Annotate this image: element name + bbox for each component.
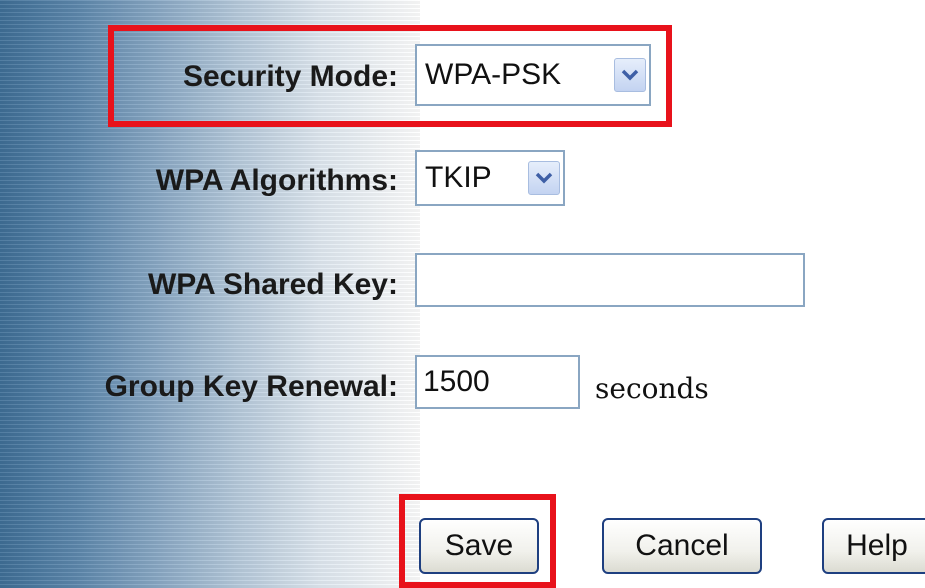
wpa-algorithms-label: WPA Algorithms: (155, 164, 398, 197)
wpa-algorithms-select[interactable]: TKIP (415, 150, 565, 206)
cancel-button[interactable]: Cancel (602, 518, 762, 574)
seconds-unit-label: seconds (595, 372, 709, 405)
save-button-highlight (399, 494, 556, 588)
wpa-shared-key-label: WPA Shared Key: (147, 268, 398, 301)
wpa-shared-key-input[interactable] (415, 253, 805, 307)
security-mode-highlight (108, 25, 672, 127)
group-key-renewal-input[interactable] (415, 355, 580, 409)
chevron-down-icon[interactable] (528, 161, 560, 195)
wireless-security-settings: Security Mode: WPA-PSK WPA Algorithms: T… (0, 0, 925, 588)
wpa-algorithms-value: TKIP (425, 161, 492, 194)
group-key-renewal-label: Group Key Renewal: (104, 370, 398, 403)
help-button[interactable]: Help (822, 518, 925, 574)
